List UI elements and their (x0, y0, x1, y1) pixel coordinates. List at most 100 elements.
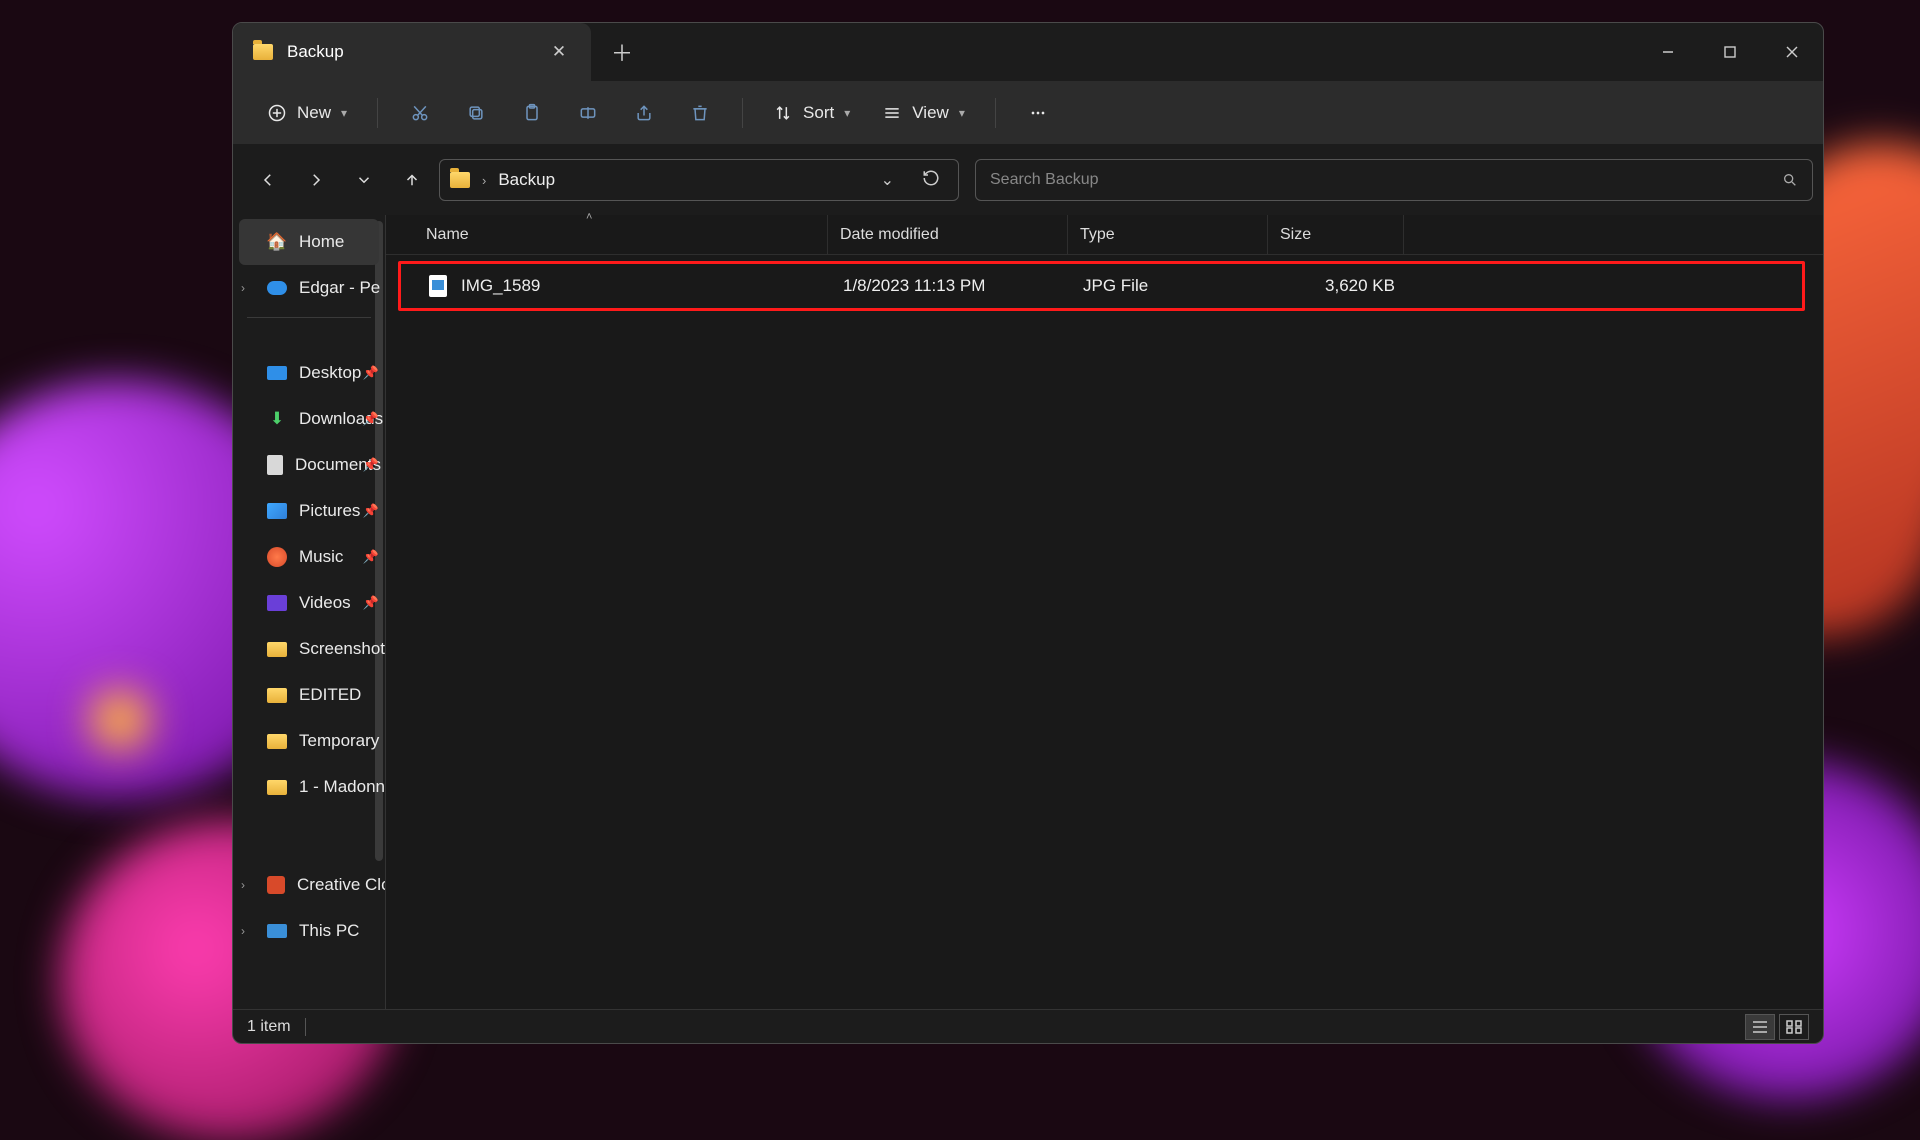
chevron-right-icon[interactable]: › (241, 924, 245, 938)
jpg-file-icon (429, 275, 447, 297)
pin-icon: 📌 (363, 457, 379, 473)
pin-icon: 📌 (363, 411, 379, 427)
new-tab-button[interactable]: ＋ (591, 23, 653, 81)
navigation-pane: 🏠 Home › Edgar - Pe Desktop📌 ⬇Downloads📌… (233, 215, 385, 1009)
minimize-button[interactable] (1637, 23, 1699, 81)
folder-icon (450, 172, 470, 188)
file-date: 1/8/2023 11:13 PM (831, 276, 1071, 296)
up-button[interactable] (391, 159, 433, 201)
navigation-bar: › Backup ⌄ (233, 145, 1823, 215)
chevron-right-icon[interactable]: › (241, 878, 245, 892)
view-label: View (912, 103, 949, 123)
back-button[interactable] (247, 159, 289, 201)
rename-button[interactable] (564, 95, 612, 131)
pin-icon: 📌 (363, 503, 379, 519)
sidebar-label: Videos (299, 593, 351, 613)
close-window-button[interactable] (1761, 23, 1823, 81)
creative-cloud-icon (267, 876, 285, 894)
sidebar-label: Pictures (299, 501, 360, 521)
column-type[interactable]: Type (1068, 215, 1268, 254)
more-button[interactable] (1014, 95, 1062, 131)
sort-button[interactable]: Sort ▾ (761, 95, 862, 131)
sidebar-item-screenshots[interactable]: Screenshots (233, 626, 385, 672)
sidebar-item-edited[interactable]: EDITED (233, 672, 385, 718)
pictures-icon (267, 503, 287, 519)
file-type: JPG File (1071, 276, 1271, 296)
sidebar-item-downloads[interactable]: ⬇Downloads📌 (233, 396, 385, 442)
title-bar: Backup ✕ ＋ (233, 23, 1823, 81)
sidebar-label: 1 - Madonna (299, 777, 385, 797)
cloud-icon (267, 281, 287, 295)
cut-button[interactable] (396, 95, 444, 131)
home-icon: 🏠 (267, 233, 287, 251)
tab-title: Backup (287, 42, 533, 62)
sidebar-item-documents[interactable]: Documents📌 (233, 442, 385, 488)
sidebar-label: Desktop (299, 363, 361, 383)
column-size[interactable]: Size (1268, 215, 1404, 254)
sidebar-item-videos[interactable]: Videos📌 (233, 580, 385, 626)
file-size: 3,620 KB (1271, 276, 1407, 296)
sidebar-label: EDITED (299, 685, 361, 705)
item-count: 1 item (247, 1018, 291, 1036)
sidebar-label: Temporary (299, 731, 379, 751)
new-button[interactable]: New ▾ (255, 95, 359, 131)
sidebar-item-this-pc[interactable]: › This PC (233, 908, 385, 954)
column-name[interactable]: ˄Name (386, 215, 828, 254)
sidebar-item-madonna[interactable]: 1 - Madonna (233, 764, 385, 810)
file-list-pane: ˄Name Date modified Type Size IMG_1589 1… (385, 215, 1823, 1009)
folder-icon (267, 780, 287, 795)
breadcrumb-current[interactable]: Backup (498, 170, 555, 190)
tab-backup[interactable]: Backup ✕ (233, 23, 591, 81)
sidebar-item-desktop[interactable]: Desktop📌 (233, 350, 385, 396)
folder-icon (267, 642, 287, 657)
share-button[interactable] (620, 95, 668, 131)
sidebar-label: Edgar - Pe (299, 278, 380, 298)
recent-button[interactable] (343, 159, 385, 201)
sidebar-label: Music (299, 547, 343, 567)
sort-asc-icon: ˄ (586, 211, 592, 223)
delete-button[interactable] (676, 95, 724, 131)
desktop-icon (267, 366, 287, 380)
address-bar[interactable]: › Backup ⌄ (439, 159, 959, 201)
download-icon: ⬇ (267, 410, 287, 428)
thumbnails-view-button[interactable] (1779, 1014, 1809, 1040)
pin-icon: 📌 (363, 365, 379, 381)
chevron-down-icon: ▾ (959, 106, 965, 120)
video-icon (267, 595, 287, 611)
details-view-button[interactable] (1745, 1014, 1775, 1040)
toolbar: New ▾ Sort ▾ View ▾ (233, 81, 1823, 145)
sort-label: Sort (803, 103, 834, 123)
column-date[interactable]: Date modified (828, 215, 1068, 254)
search-input[interactable] (990, 171, 1782, 189)
sidebar-item-music[interactable]: Music 📌 (233, 534, 385, 580)
file-row[interactable]: IMG_1589 1/8/2023 11:13 PM JPG File 3,62… (398, 261, 1805, 311)
maximize-button[interactable] (1699, 23, 1761, 81)
paste-button[interactable] (508, 95, 556, 131)
refresh-button[interactable] (914, 169, 948, 192)
close-tab-button[interactable]: ✕ (547, 42, 571, 62)
document-icon (267, 455, 283, 475)
sidebar-item-pictures[interactable]: Pictures📌 (233, 488, 385, 534)
view-button[interactable]: View ▾ (870, 95, 977, 131)
sidebar-label: Creative Cloud (297, 875, 385, 895)
sidebar-item-creative-cloud[interactable]: › Creative Cloud (233, 862, 385, 908)
chevron-right-icon: › (482, 173, 486, 188)
sidebar-item-onedrive[interactable]: › Edgar - Pe (233, 265, 385, 311)
sidebar-label: This PC (299, 921, 359, 941)
copy-button[interactable] (452, 95, 500, 131)
column-headers: ˄Name Date modified Type Size (386, 215, 1823, 255)
address-dropdown-button[interactable]: ⌄ (873, 170, 902, 190)
pc-icon (267, 924, 287, 938)
music-icon (267, 547, 287, 567)
status-bar: 1 item (233, 1009, 1823, 1043)
pin-icon: 📌 (363, 549, 379, 565)
sidebar-item-home[interactable]: 🏠 Home (239, 219, 379, 265)
file-name: IMG_1589 (461, 276, 540, 296)
folder-icon (253, 44, 273, 60)
sidebar-label: Screenshots (299, 639, 385, 659)
new-label: New (297, 103, 331, 123)
chevron-right-icon[interactable]: › (241, 281, 245, 295)
search-box[interactable] (975, 159, 1813, 201)
sidebar-item-temporary[interactable]: Temporary (233, 718, 385, 764)
forward-button[interactable] (295, 159, 337, 201)
